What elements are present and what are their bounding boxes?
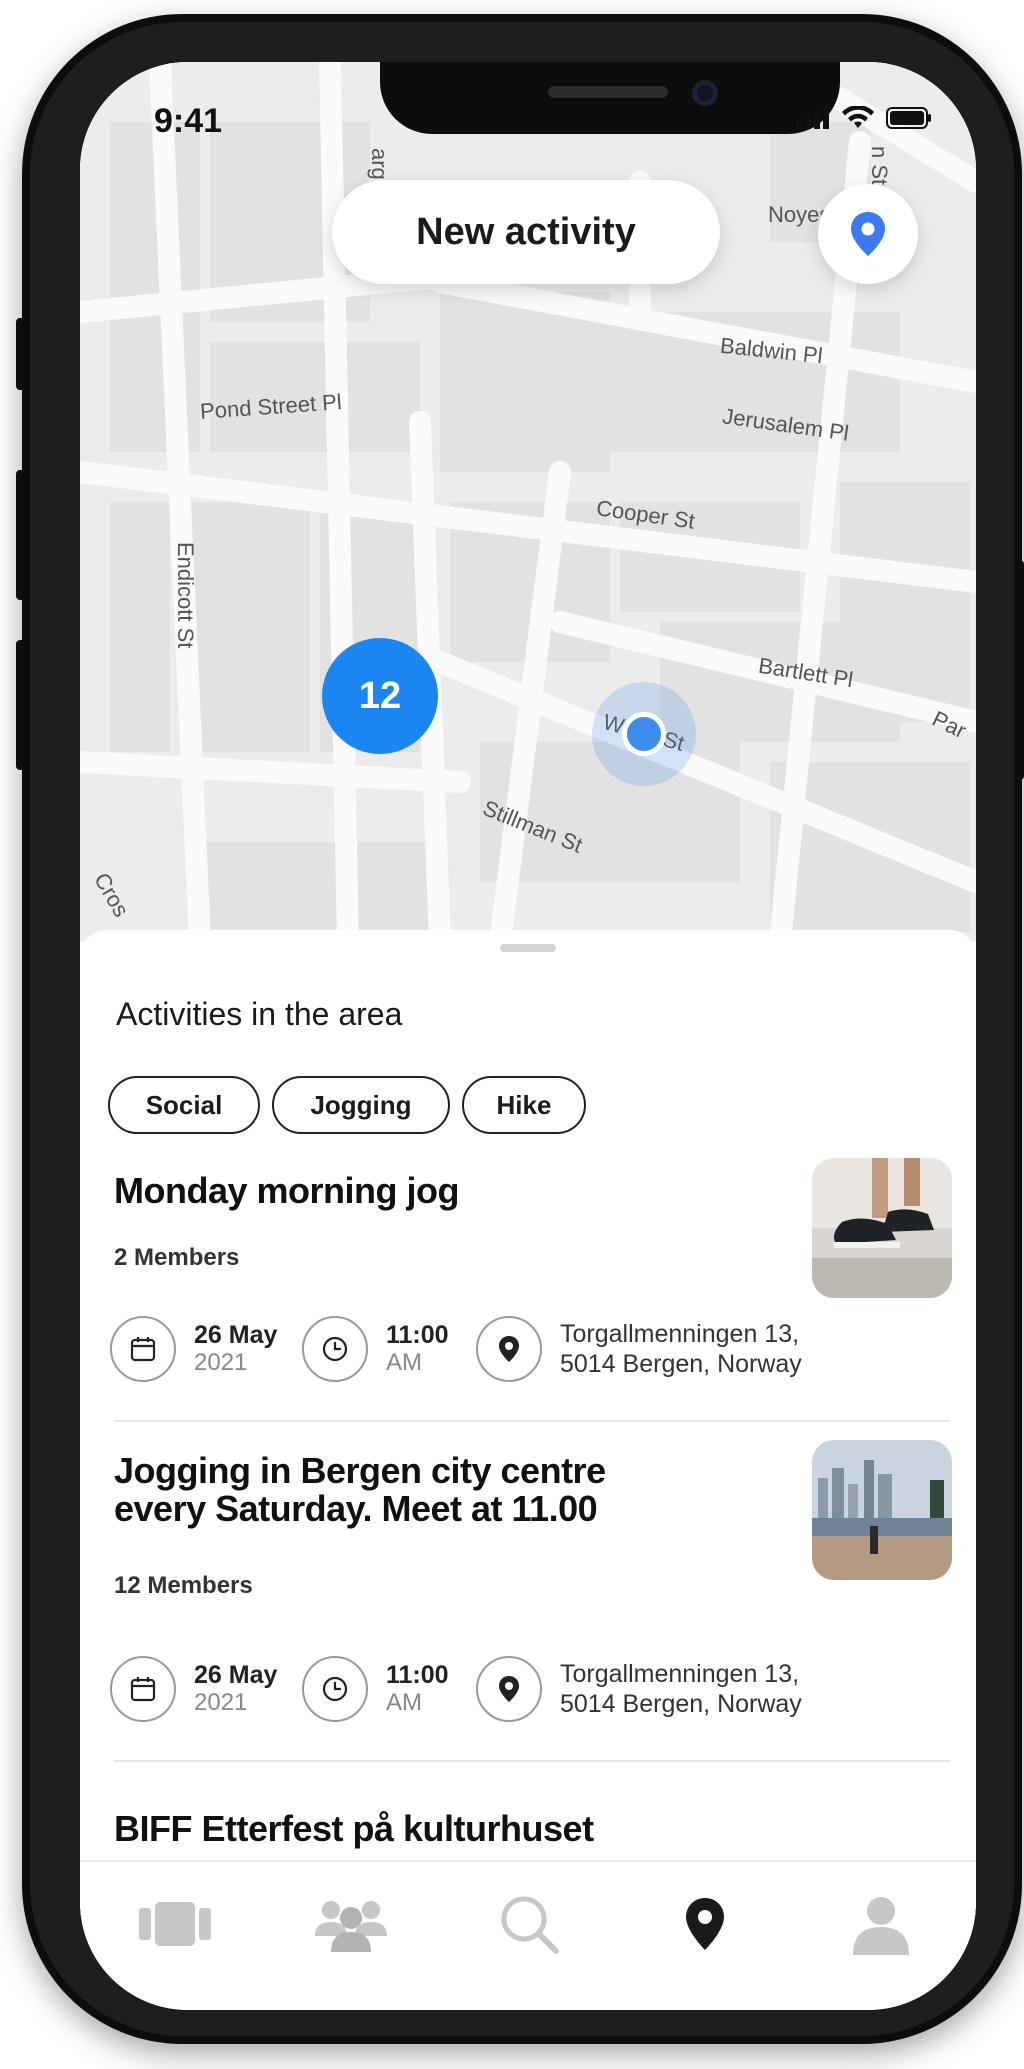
phone-screen: argi n St Noyes Baldwin Pl Pond Street P… xyxy=(80,62,976,2010)
device-notch xyxy=(380,62,840,134)
clock-icon xyxy=(302,1656,368,1722)
activity-card[interactable]: Monday morning jog 2 Members 26 May 2021… xyxy=(80,1158,976,1458)
tab-groups[interactable] xyxy=(306,1884,396,1964)
map-pin-icon xyxy=(851,212,885,256)
street-label-endicott: Endicott St xyxy=(173,542,198,649)
activity-time: 11:00 xyxy=(386,1661,449,1689)
filter-chips: Social Jogging Hike xyxy=(108,1076,586,1134)
activity-date: 26 May xyxy=(194,1661,278,1689)
signal-icon xyxy=(796,107,829,129)
user-location-dot xyxy=(622,712,666,756)
activity-date: 26 May xyxy=(194,1321,278,1349)
tab-map[interactable] xyxy=(660,1884,750,1964)
activity-year: 2021 xyxy=(194,1349,248,1376)
tab-search[interactable] xyxy=(484,1884,574,1964)
activity-thumbnail xyxy=(812,1440,952,1580)
card-divider xyxy=(114,1420,950,1422)
activity-title: Jogging in Bergen city centre every Satu… xyxy=(114,1452,606,1528)
activity-address-line1: Torgallmenningen 13, xyxy=(560,1320,800,1348)
tab-activities[interactable] xyxy=(130,1884,220,1964)
activity-period: AM xyxy=(386,1689,422,1716)
group-icon xyxy=(315,1901,387,1952)
search-icon xyxy=(501,1896,559,1954)
activity-period: AM xyxy=(386,1349,422,1376)
wifi-icon xyxy=(842,106,874,128)
activity-thumbnail xyxy=(812,1158,952,1298)
activity-card[interactable]: BIFF Etterfest på kulturhuset xyxy=(80,1800,976,1860)
sheet-title: Activities in the area xyxy=(116,996,403,1032)
street-label-north: n St xyxy=(867,146,892,186)
location-icon xyxy=(476,1656,542,1722)
front-camera xyxy=(692,80,718,106)
clock-icon xyxy=(302,1316,368,1382)
city-run-photo xyxy=(812,1440,952,1580)
activity-time: 11:00 xyxy=(386,1321,449,1349)
profile-icon xyxy=(853,1897,909,1955)
activity-address-line1: Torgallmenningen 13, xyxy=(560,1660,800,1688)
tab-bar xyxy=(80,1860,976,2010)
activity-cluster-marker[interactable]: 12 xyxy=(322,638,438,754)
activity-title-line2: every Saturday. Meet at 11.00 xyxy=(114,1488,598,1529)
activity-address-line2: 5014 Bergen, Norway xyxy=(560,1350,802,1378)
member-count: 12 Members xyxy=(114,1572,253,1599)
map-view[interactable]: argi n St Noyes Baldwin Pl Pond Street P… xyxy=(80,62,976,942)
activity-card[interactable]: Jogging in Bergen city centre every Satu… xyxy=(80,1440,976,1762)
calendar-icon xyxy=(110,1316,176,1382)
activity-title: Monday morning jog xyxy=(114,1170,459,1211)
activity-year: 2021 xyxy=(194,1689,248,1716)
chip-social[interactable]: Social xyxy=(108,1076,260,1134)
cards-icon xyxy=(139,1902,211,1946)
status-time: 9:41 xyxy=(154,102,223,140)
battery-icon xyxy=(886,107,931,129)
sheet-drag-handle[interactable] xyxy=(500,944,556,952)
chip-hike[interactable]: Hike xyxy=(462,1076,586,1134)
map-pin-icon xyxy=(686,1898,724,1950)
activity-title: BIFF Etterfest på kulturhuset xyxy=(114,1808,594,1849)
calendar-icon xyxy=(110,1656,176,1722)
tab-profile[interactable] xyxy=(836,1884,926,1964)
status-icons xyxy=(796,106,932,130)
activity-title-line1: Jogging in Bergen city centre xyxy=(114,1450,606,1491)
sneaker-photo xyxy=(812,1158,952,1298)
member-count: 2 Members xyxy=(114,1244,240,1271)
activities-sheet: Activities in the area Social Jogging Hi… xyxy=(80,930,976,2010)
activity-details: 26 May 2021 11:00 AM Torgallmenningen 13… xyxy=(110,1316,802,1382)
activity-address-line2: 5014 Bergen, Norway xyxy=(560,1690,802,1718)
activity-details: 26 May 2021 11:00 AM Torgallmenningen 13… xyxy=(110,1656,802,1722)
card-divider xyxy=(114,1760,950,1762)
location-icon xyxy=(476,1316,542,1382)
new-activity-button[interactable]: New activity xyxy=(332,180,720,284)
locate-me-button[interactable] xyxy=(818,184,918,284)
speaker-grille xyxy=(548,86,668,98)
chip-jogging[interactable]: Jogging xyxy=(272,1076,450,1134)
